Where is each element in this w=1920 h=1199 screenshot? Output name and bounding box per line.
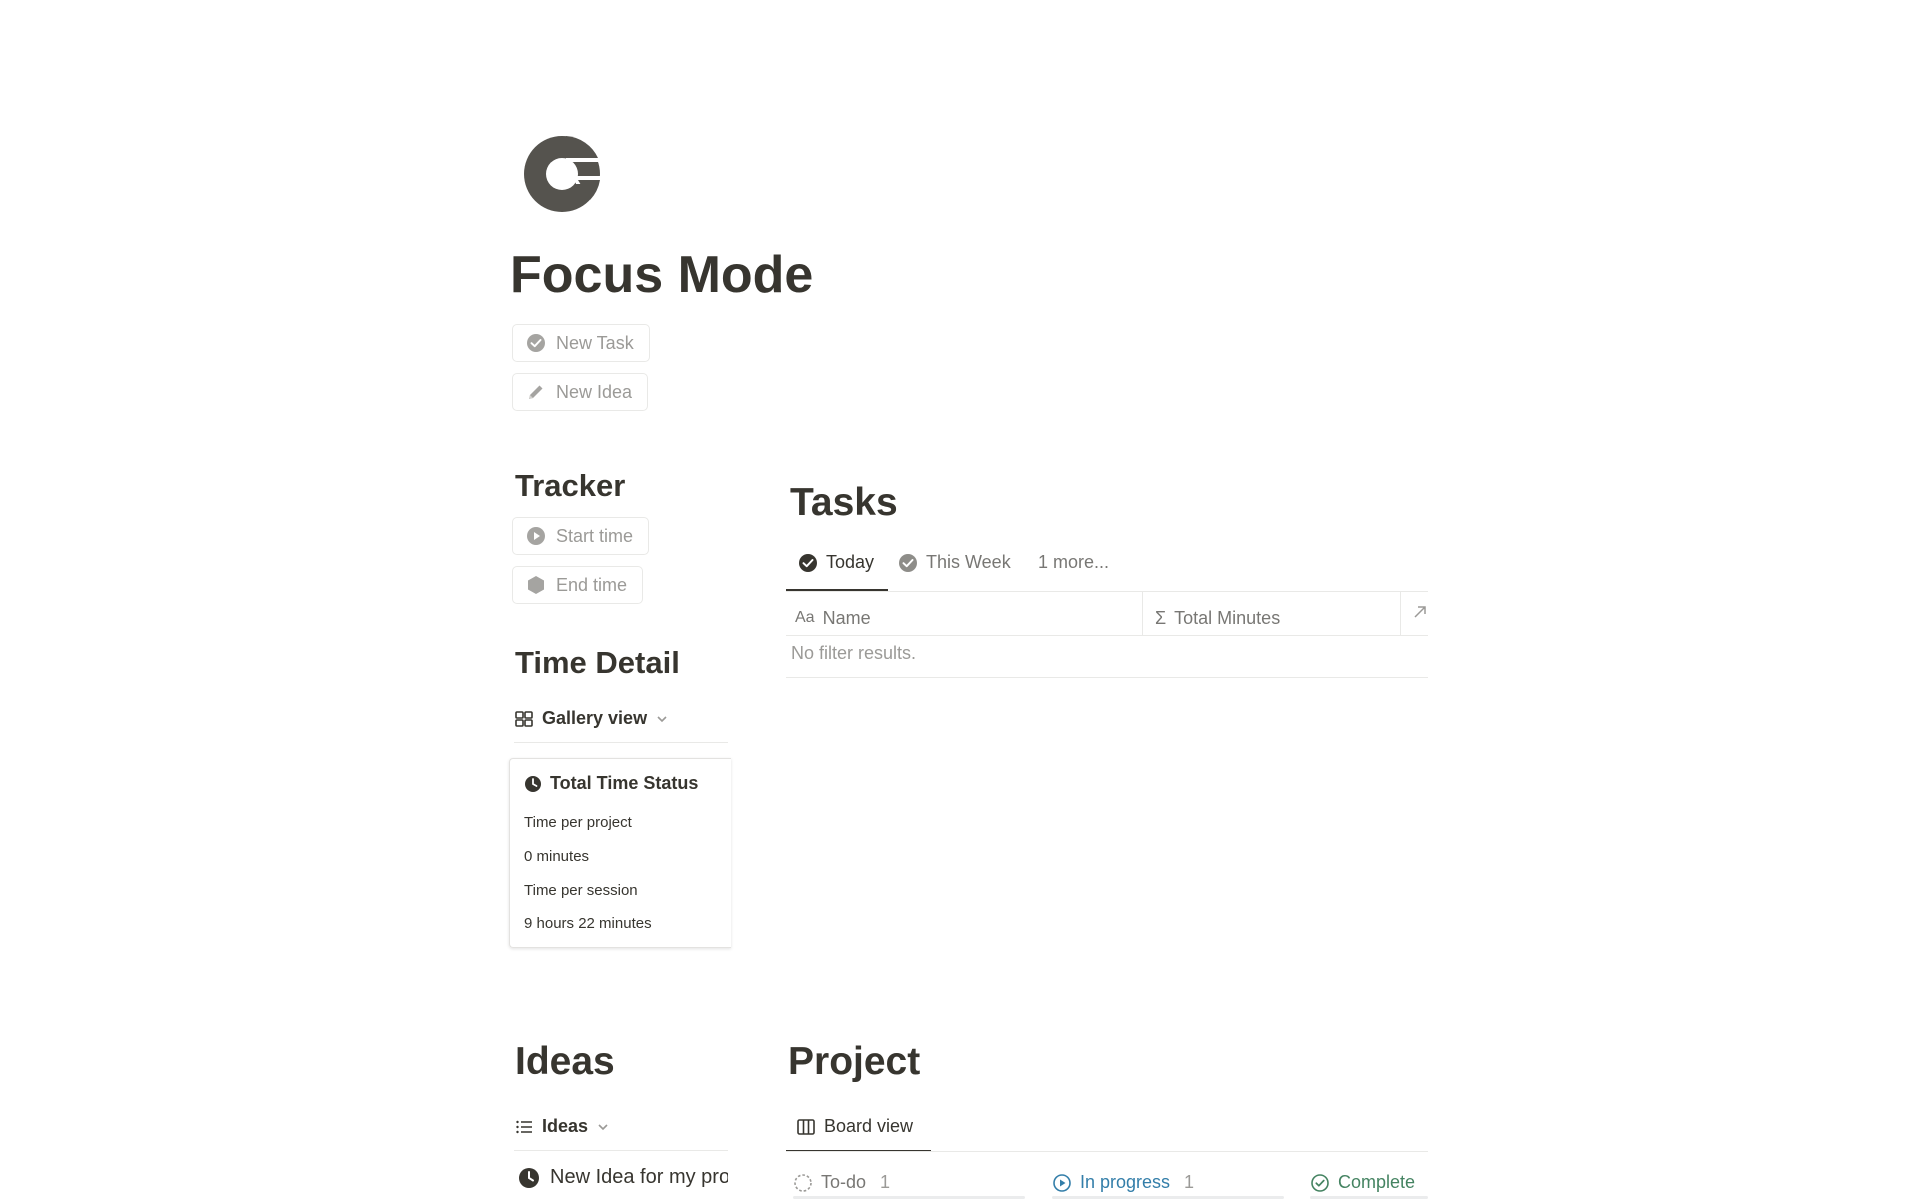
board-group-label: To-do — [821, 1172, 867, 1192]
board-divider — [786, 1151, 1428, 1152]
play-circle-icon — [1053, 1173, 1071, 1192]
new-idea-label: New Idea — [556, 381, 633, 402]
clock-icon — [519, 1167, 539, 1188]
tracker-heading: Tracker — [515, 468, 626, 503]
idea-item-title: New Idea for my project — [550, 1166, 728, 1188]
tab-this-week[interactable]: This Week — [898, 552, 1011, 573]
text-type-icon: Aa — [795, 609, 815, 626]
tab-this-week-label: This Week — [926, 552, 1011, 572]
new-idea-button[interactable]: New Idea — [512, 373, 649, 411]
hexagon-stop-icon — [526, 575, 546, 595]
board-group-label: Complete — [1338, 1172, 1416, 1192]
column-header-total-minutes[interactable]: Σ Total Minutes — [1155, 598, 1280, 638]
board-group-count: 1 — [880, 1172, 891, 1192]
ideas-view-tab[interactable]: Ideas — [514, 1116, 610, 1137]
list-icon — [516, 1120, 532, 1133]
start-time-label: Start time — [556, 525, 634, 546]
column-total-minutes-label: Total Minutes — [1174, 607, 1281, 628]
gallery-view-label: Gallery view — [542, 708, 648, 728]
relation-arrow-icon[interactable] — [1412, 604, 1428, 620]
new-task-label: New Task — [556, 332, 634, 353]
card-line: 9 hours 22 minutes — [524, 915, 652, 932]
board-columns-icon — [797, 1118, 815, 1135]
board-group-todo[interactable]: To-do 1 — [793, 1172, 890, 1193]
tabs-divider — [786, 591, 1428, 592]
start-time-button[interactable]: Start time — [512, 517, 650, 555]
gallery-divider — [514, 742, 728, 743]
ideas-divider — [514, 1150, 728, 1151]
table-bottom-divider — [786, 677, 1428, 678]
tasks-heading: Tasks — [790, 481, 898, 524]
card-title-text: Total Time Status — [550, 773, 699, 793]
more-views-button[interactable]: 1 more... — [1038, 552, 1109, 573]
tab-today-label: Today — [826, 552, 875, 572]
column-divider — [1142, 592, 1143, 635]
empty-state-text: No filter results. — [791, 643, 917, 663]
board-group-in-progress[interactable]: In progress 1 — [1052, 1172, 1194, 1193]
end-time-button[interactable]: End time — [512, 566, 644, 604]
page-title: Focus Mode — [510, 246, 814, 304]
pencil-icon — [526, 382, 546, 402]
ideas-heading: Ideas — [515, 1040, 615, 1083]
chevron-down-icon[interactable] — [596, 1120, 610, 1134]
gallery-view-tab[interactable]: Gallery view — [514, 708, 669, 729]
gallery-grid-icon — [515, 710, 533, 727]
card-title: Total Time Status — [524, 773, 698, 794]
card-line: 0 minutes — [524, 848, 590, 865]
board-group-count: 1 — [1184, 1172, 1195, 1192]
play-circle-icon — [526, 526, 546, 546]
tab-today[interactable]: Today — [798, 552, 874, 573]
dashed-circle-icon — [794, 1173, 812, 1192]
card-line: Time per project — [524, 814, 632, 831]
new-task-button[interactable]: New Task — [512, 324, 650, 362]
gallery-card[interactable]: Total Time Status Time per project 0 min… — [509, 758, 731, 948]
end-time-label: End time — [556, 574, 628, 595]
header-divider — [786, 635, 1428, 636]
board-group-label: In progress — [1080, 1172, 1171, 1192]
card-line: Time per session — [524, 882, 638, 899]
column-divider — [1400, 592, 1401, 635]
board-view-label: Board view — [824, 1116, 914, 1136]
ideas-view-label: Ideas — [542, 1116, 589, 1136]
column-header-name[interactable]: Aa Name — [795, 598, 871, 638]
clock-icon — [525, 775, 541, 792]
project-heading: Project — [788, 1040, 921, 1083]
time-detail-heading: Time Detail — [515, 645, 680, 680]
chevron-down-icon[interactable] — [655, 712, 669, 726]
check-circle-icon — [799, 553, 817, 572]
check-circle-outline-icon — [1311, 1173, 1329, 1192]
board-group-complete[interactable]: Complete — [1310, 1172, 1415, 1193]
check-circle-icon — [526, 333, 546, 353]
pie-chart-icon — [524, 134, 604, 212]
list-item[interactable]: New Idea for my project — [518, 1160, 728, 1196]
column-name-label: Name — [822, 607, 871, 628]
check-circle-icon — [899, 553, 917, 572]
board-view-tab[interactable]: Board view — [796, 1116, 913, 1137]
sigma-icon: Σ — [1155, 607, 1167, 628]
